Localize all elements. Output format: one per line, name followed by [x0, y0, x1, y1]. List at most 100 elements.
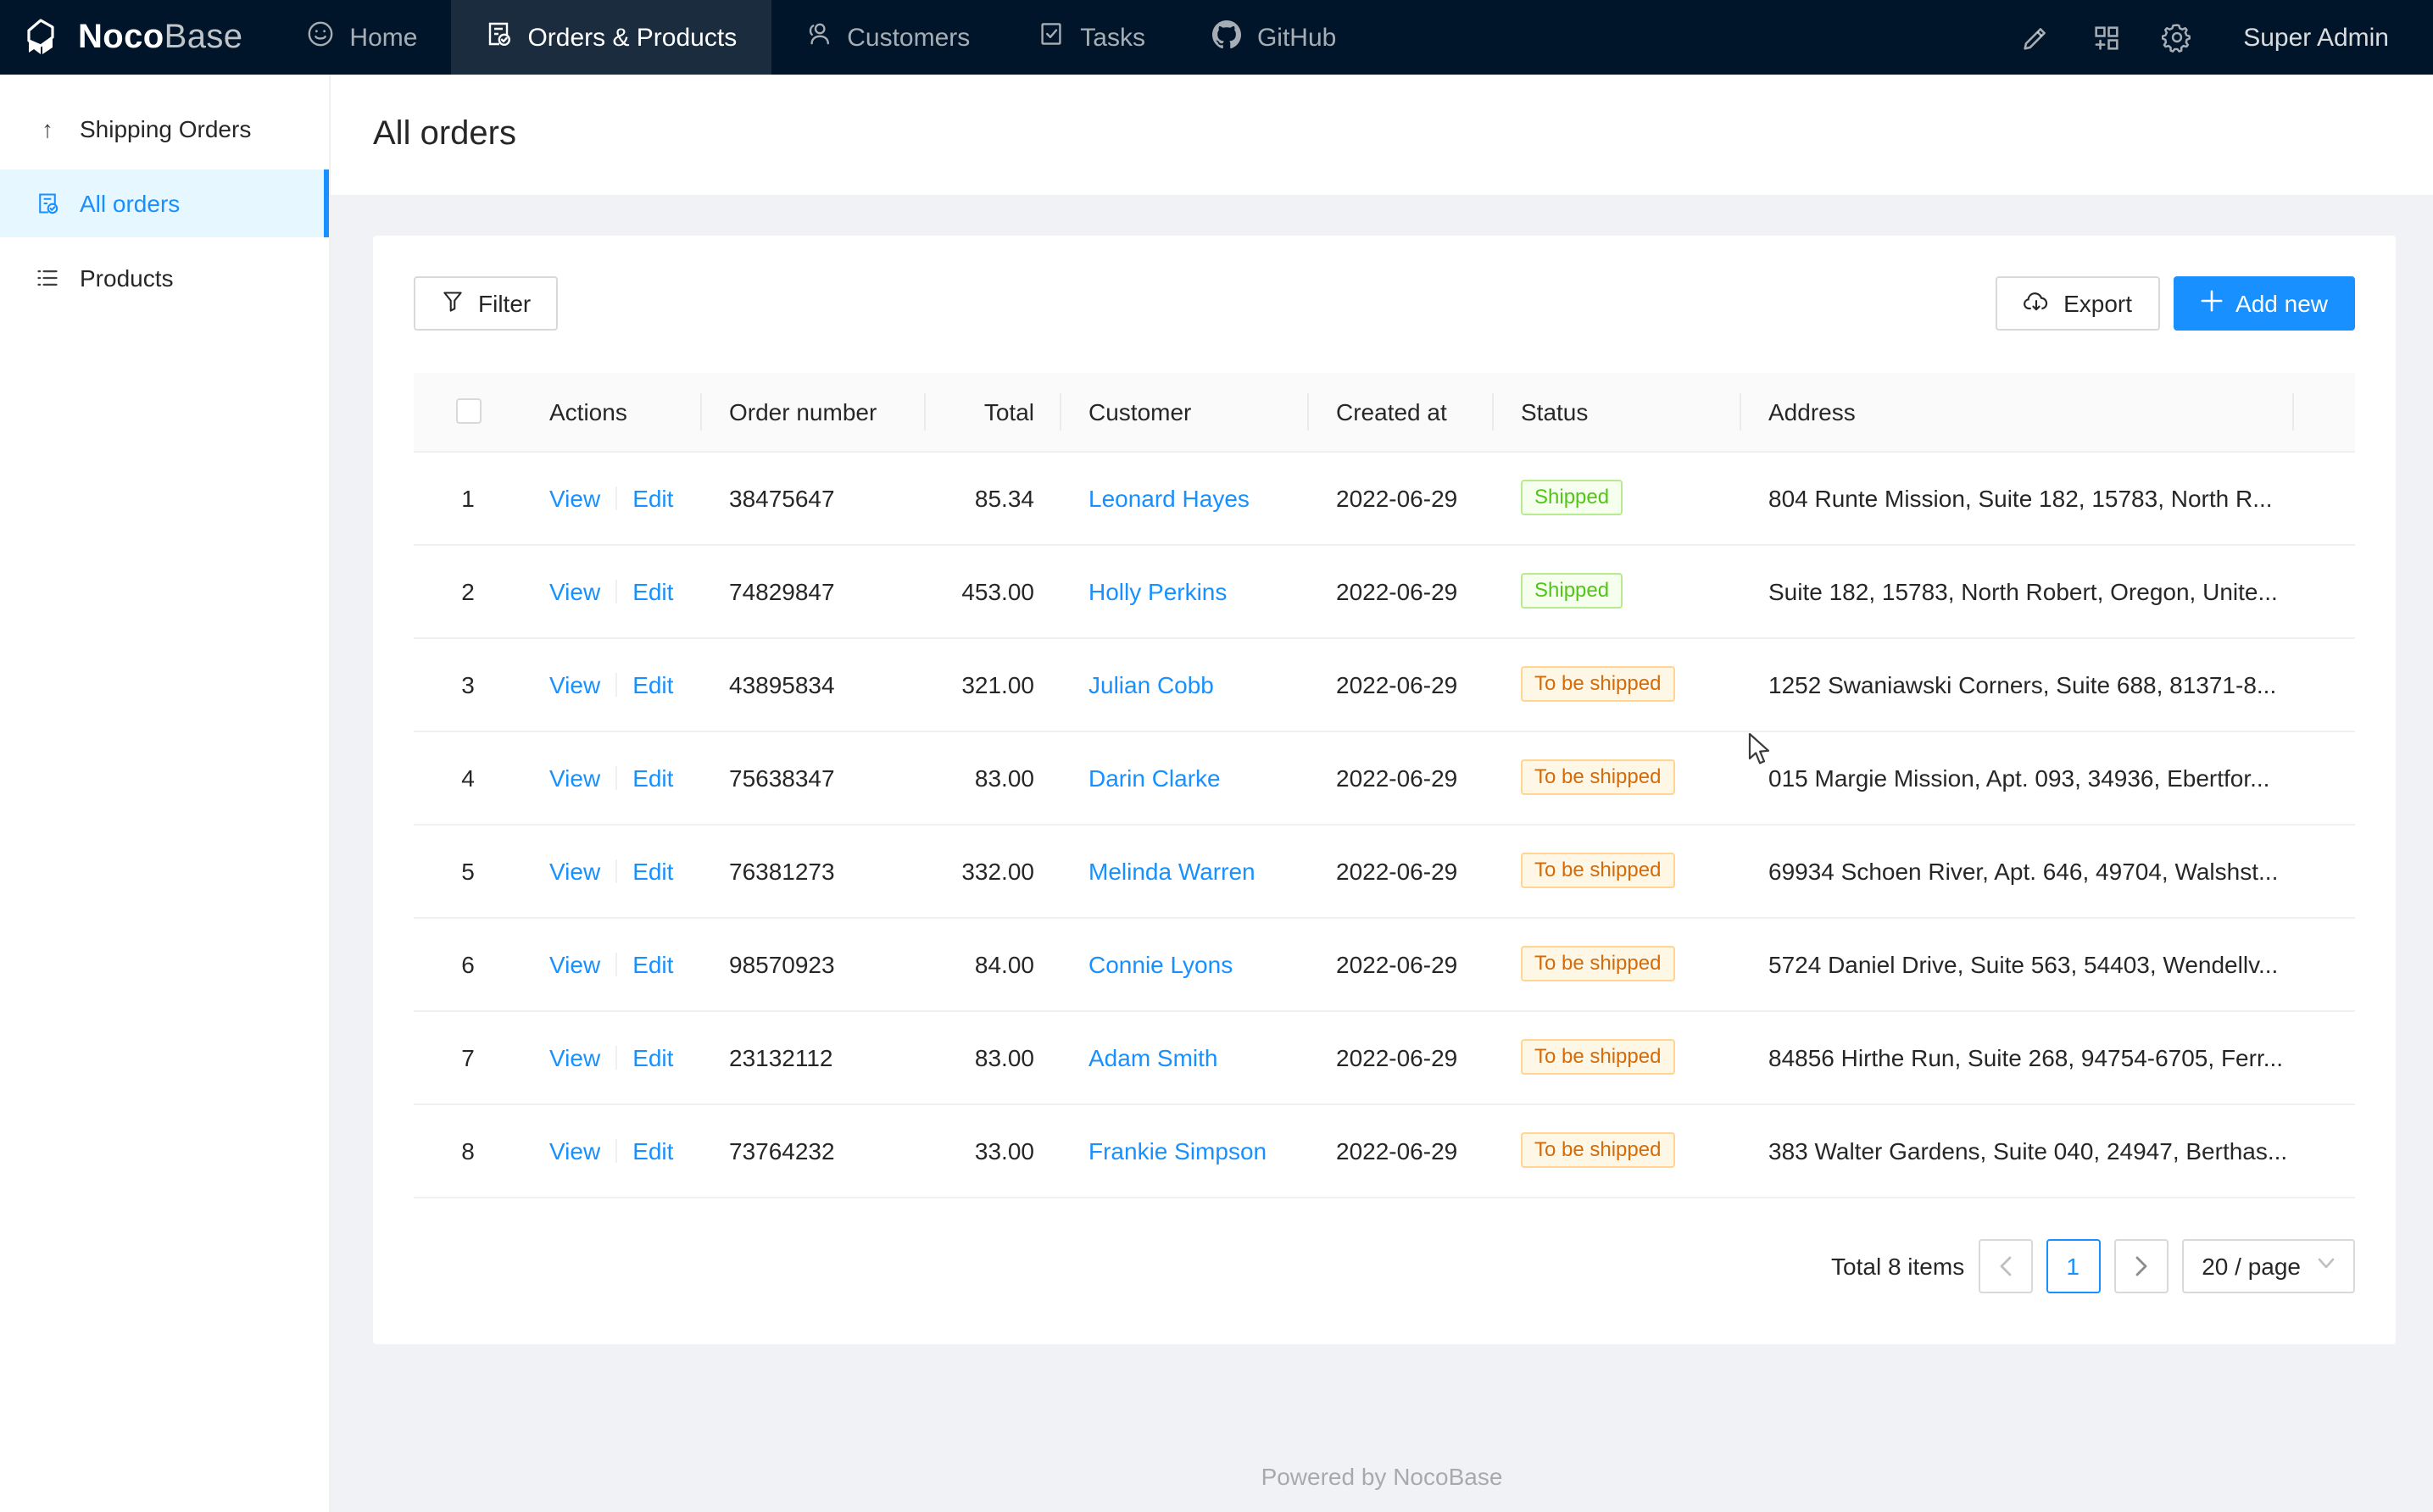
customer-cell: Adam Smith [1061, 1010, 1309, 1103]
customer-link[interactable]: Holly Perkins [1088, 577, 1227, 604]
edit-link[interactable]: Edit [632, 670, 673, 698]
actions-cell: View Edit [522, 731, 702, 824]
task-check-icon [1038, 20, 1065, 54]
customer-link[interactable]: Adam Smith [1088, 1043, 1218, 1070]
status-badge: To be shipped [1521, 759, 1674, 795]
pagination-page-1[interactable]: 1 [2046, 1238, 2100, 1292]
powered-by-footer: Powered by NocoBase [331, 1463, 2433, 1490]
brand-name: NocoBase [78, 18, 242, 57]
customer-link[interactable]: Leonard Hayes [1088, 484, 1250, 511]
address-cell: 383 Walter Gardens, Suite 040, 24947, Be… [1741, 1103, 2294, 1197]
view-link[interactable]: View [549, 950, 600, 977]
address-cell: 015 Margie Mission, Apt. 093, 34936, Ebe… [1741, 731, 2294, 824]
pagination-prev-button[interactable] [1978, 1238, 2032, 1292]
nav-item-github[interactable]: GitHub [1179, 0, 1370, 75]
status-cell: Shipped [1494, 451, 1741, 544]
table-row: 3ViewEdit43895834321.00Julian Cobb2022-0… [414, 637, 2355, 731]
table-row: 7ViewEdit2313211283.00Adam Smith2022-06-… [414, 1010, 2355, 1103]
nav-item-orders-products[interactable]: Orders & Products [451, 0, 771, 75]
nav-item-label: GitHub [1257, 23, 1336, 52]
main-menu: Home Orders & Products [273, 0, 1370, 75]
row-index: 5 [414, 824, 522, 917]
edit-link[interactable]: Edit [632, 857, 673, 884]
nocobase-logo-icon [22, 19, 63, 56]
status-badge: To be shipped [1521, 666, 1674, 702]
address-cell: 84856 Hirthe Run, Suite 268, 94754-6705,… [1741, 1010, 2294, 1103]
customer-cell: Melinda Warren [1061, 824, 1309, 917]
toolbar-right: Export Add new [1996, 276, 2355, 331]
row-index: 8 [414, 1103, 522, 1197]
table-row: 4ViewEdit7563834783.00Darin Clarke2022-0… [414, 731, 2355, 824]
content-area: Filter Export [331, 195, 2433, 1512]
chevron-down-icon [2318, 1256, 2335, 1275]
page-size-select[interactable]: 20 / page [2181, 1238, 2355, 1292]
customer-link[interactable]: Melinda Warren [1088, 857, 1255, 884]
total-cell: 84.00 [926, 917, 1061, 1010]
column-header-actions: Actions [522, 373, 702, 451]
total-cell: 33.00 [926, 1103, 1061, 1197]
add-new-button[interactable]: Add new [2173, 276, 2355, 331]
export-button[interactable]: Export [1996, 276, 2159, 331]
table-row: 5ViewEdit76381273332.00Melinda Warren202… [414, 824, 2355, 917]
column-header-status: Status [1494, 373, 1741, 451]
view-link[interactable]: View [549, 764, 600, 791]
view-link[interactable]: View [549, 670, 600, 698]
status-badge: To be shipped [1521, 853, 1674, 888]
customer-link[interactable]: Connie Lyons [1088, 950, 1233, 977]
edit-link[interactable]: Edit [632, 950, 673, 977]
gear-icon[interactable] [2141, 0, 2213, 75]
row-index: 1 [414, 451, 522, 544]
edit-link[interactable]: Edit [632, 1043, 673, 1070]
nav-item-home[interactable]: Home [273, 0, 451, 75]
sidebar-item-products[interactable]: Products [0, 244, 329, 312]
row-spacer-cell [2294, 731, 2355, 824]
nav-item-customers[interactable]: Customers [771, 0, 1004, 75]
filter-button-label: Filter [478, 290, 531, 317]
column-header-order-number: Order number [702, 373, 926, 451]
actions-cell: View Edit [522, 1010, 702, 1103]
action-divider [615, 859, 617, 882]
sidebar-item-shipping-orders[interactable]: ↑ Shipping Orders [0, 95, 329, 163]
nav-item-tasks[interactable]: Tasks [1004, 0, 1179, 75]
sidebar-item-all-orders[interactable]: All orders [0, 170, 329, 237]
filter-button[interactable]: Filter [414, 276, 558, 331]
select-all-checkbox[interactable] [455, 399, 481, 425]
row-spacer-cell [2294, 637, 2355, 731]
view-link[interactable]: View [549, 1137, 600, 1164]
view-link[interactable]: View [549, 1043, 600, 1070]
customer-link[interactable]: Frankie Simpson [1088, 1137, 1267, 1164]
created-at-cell: 2022-06-29 [1309, 637, 1494, 731]
address-cell: 804 Runte Mission, Suite 182, 15783, Nor… [1741, 451, 2294, 544]
top-navbar: NocoBase Home [0, 0, 2433, 75]
view-link[interactable]: View [549, 577, 600, 604]
customer-cell: Connie Lyons [1061, 917, 1309, 1010]
view-link[interactable]: View [549, 857, 600, 884]
customer-link[interactable]: Julian Cobb [1088, 670, 1214, 698]
user-menu[interactable]: Super Admin [2213, 23, 2409, 52]
sidebar-item-label: Products [80, 264, 174, 292]
table-row: 8ViewEdit7376423233.00Frankie Simpson202… [414, 1103, 2355, 1197]
status-badge: To be shipped [1521, 1039, 1674, 1075]
pagination-next-button[interactable] [2113, 1238, 2168, 1292]
customer-link[interactable]: Darin Clarke [1088, 764, 1221, 791]
edit-link[interactable]: Edit [632, 1137, 673, 1164]
edit-link[interactable]: Edit [632, 764, 673, 791]
nocobase-logo[interactable]: NocoBase [0, 18, 273, 57]
status-badge: Shipped [1521, 480, 1623, 515]
appstore-add-icon[interactable] [2070, 0, 2141, 75]
created-at-cell: 2022-06-29 [1309, 917, 1494, 1010]
total-cell: 453.00 [926, 544, 1061, 637]
highlighter-icon[interactable] [1999, 0, 2070, 75]
address-cell: 5724 Daniel Drive, Suite 563, 54403, Wen… [1741, 917, 2294, 1010]
status-cell: To be shipped [1494, 1103, 1741, 1197]
total-cell: 332.00 [926, 824, 1061, 917]
app-root: NocoBase Home [0, 0, 2433, 1512]
brand-light: Base [164, 18, 243, 55]
row-index: 7 [414, 1010, 522, 1103]
customer-cell: Frankie Simpson [1061, 1103, 1309, 1197]
view-link[interactable]: View [549, 484, 600, 511]
row-index: 6 [414, 917, 522, 1010]
edit-link[interactable]: Edit [632, 577, 673, 604]
edit-link[interactable]: Edit [632, 484, 673, 511]
nav-item-label: Customers [847, 23, 970, 52]
